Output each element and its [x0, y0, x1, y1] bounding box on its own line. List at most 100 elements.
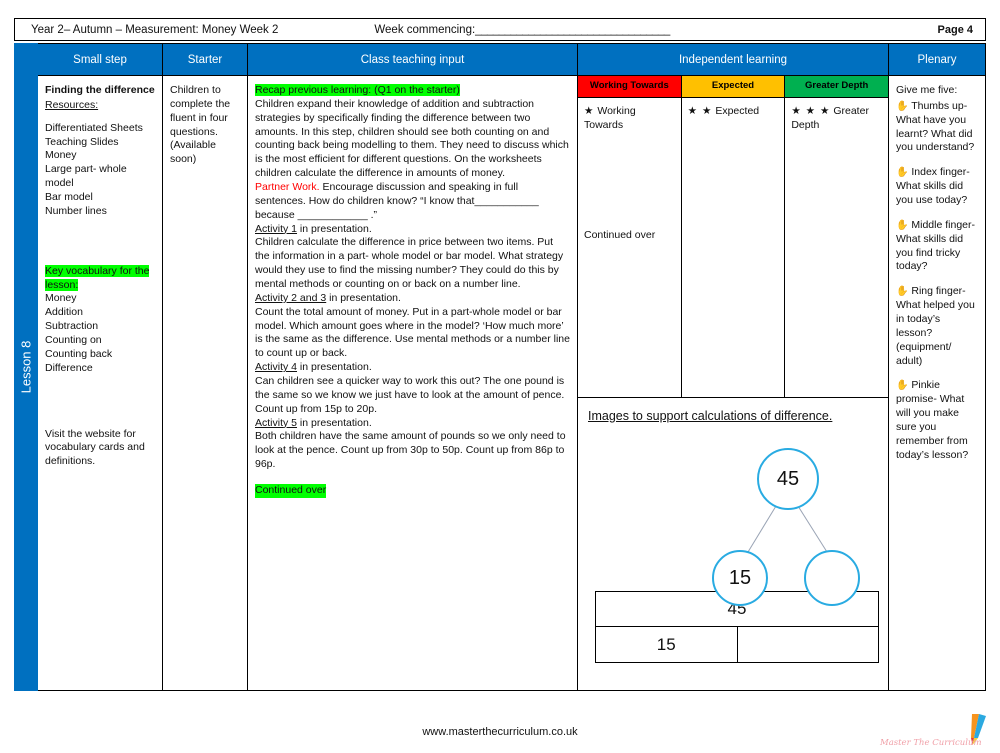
level-header-expected: Expected [681, 76, 786, 98]
column-class-teaching-input: Class teaching input Recap previous lear… [248, 44, 578, 690]
star-rating-icon: ★ ★ ★ [791, 105, 831, 117]
hand-icon: ✋ [896, 380, 909, 392]
level-header-greater-depth: Greater Depth [785, 76, 888, 98]
document-title: Year 2– Autumn – Measurement: Money Week… [31, 23, 279, 36]
teaching-intro: Children expand their knowledge of addit… [255, 97, 569, 180]
differentiation-header-row: Working Towards Expected Greater Depth [578, 76, 888, 98]
list-item: Differentiated Sheets [45, 121, 143, 134]
support-images-title: Images to support calculations of differ… [588, 409, 833, 423]
activity-23-suffix: in presentation. [326, 291, 401, 304]
footer-website-url[interactable]: www.masterthecurriculum.co.uk [0, 726, 1000, 738]
column-header-teaching: Class teaching input [248, 44, 577, 76]
activity-4-text: Can children see a quicker way to work t… [255, 375, 565, 415]
list-item: Money [45, 149, 77, 162]
lesson-label: Lesson 8 [18, 340, 34, 394]
column-header-starter: Starter [163, 44, 247, 76]
activity-4-suffix: in presentation. [297, 361, 372, 374]
plenary-item-thumbs-up: ✋ Thumbs up- What have you learnt? What … [896, 100, 978, 155]
list-item: Number lines [45, 204, 107, 217]
task-cell-greater-depth: ★ ★ ★ Greater Depth [785, 98, 888, 398]
key-vocabulary-heading: Key vocabulary for the lesson: [45, 264, 150, 291]
document-title-bar: Year 2– Autumn – Measurement: Money Week… [14, 18, 986, 41]
activity-1-label: Activity 1 [255, 222, 298, 235]
star-rating-icon: ★ ★ [687, 105, 713, 117]
hand-icon: ✋ [896, 219, 909, 231]
list-item: Teaching Slides [45, 135, 119, 148]
part-whole-model: 45 15 [588, 424, 878, 607]
week-commencing-rule: _________________________________ [475, 23, 670, 36]
plenary-item-text: Index finger- What skills did you use to… [896, 166, 970, 207]
task-cell-working-towards: ★ Working Towards Continued over [578, 98, 682, 398]
plenary-item-pinkie-promise: ✋ Pinkie promise- What will you make sur… [896, 379, 978, 462]
task-cell-expected: ★ ★ Expected [681, 98, 786, 398]
resources-label: Resources: [45, 98, 99, 111]
column-header-plenary: Plenary [889, 44, 985, 76]
part-whole-whole: 45 [757, 448, 819, 511]
column-header-independent: Independent learning [578, 44, 888, 76]
website-note: Visit the website for vocabulary cards a… [45, 427, 145, 468]
lesson-plan-table: Lesson 8 Small step Finding the differen… [14, 43, 986, 691]
part-whole-part-a: 15 [712, 550, 768, 607]
small-step-content: Finding the difference Resources: Differ… [38, 76, 162, 690]
lesson-spine: Lesson 8 [14, 43, 38, 691]
list-item: Bar model [45, 191, 93, 204]
page-number: Page 4 [937, 23, 973, 36]
bar-model-part-a: 15 [596, 627, 738, 663]
independent-continued-over: Continued over [584, 229, 656, 241]
key-vocabulary-list: Money Addition Subtraction Counting on C… [45, 292, 155, 375]
bar-model-parts: 15 [595, 627, 879, 664]
hand-icon: ✋ [896, 167, 909, 179]
partner-work-label: Partner Work. [255, 181, 320, 194]
differentiation-task-row: ★ Working Towards Continued over ★ ★ Exp… [578, 98, 888, 398]
activity-23-text: Count the total amount of money. Put in … [255, 305, 570, 360]
column-starter: Starter Children to complete the fluent … [163, 44, 248, 690]
activity-4-label: Activity 4 [255, 361, 298, 374]
logo-wordmark: Master The Curriculum [880, 738, 982, 748]
column-small-step: Small step Finding the difference Resour… [38, 44, 163, 690]
activity-23-label: Activity 2 and 3 [255, 291, 327, 304]
list-item: Counting on [45, 334, 102, 347]
plenary-item-index-finger: ✋ Index finger- What skills did you use … [896, 166, 978, 208]
level-header-working-towards: Working Towards [578, 76, 682, 98]
level-label-expected: Expected [715, 105, 760, 117]
plenary-item-ring-finger: ✋ Ring finger- What helped you in today’… [896, 285, 978, 368]
activity-5-label: Activity 5 [255, 416, 298, 429]
key-vocabulary-block: Key vocabulary for the lesson: Money Add… [45, 264, 155, 376]
teaching-continued-over: Continued over [255, 484, 327, 498]
support-images-section: Images to support calculations of differ… [578, 398, 888, 664]
plenary-item-middle-finger: ✋ Middle finger- What skills did you fin… [896, 219, 978, 274]
starter-content: Children to complete the fluent in four … [170, 84, 231, 166]
list-item: Counting back [45, 347, 113, 360]
plenary-item-text: Pinkie promise- What will you make sure … [896, 379, 969, 461]
week-commencing-label: Week commencing: [374, 23, 476, 36]
plenary-title: Give me five: [896, 84, 958, 96]
plenary-item-text: Ring finger- What helped you in today’s … [896, 285, 975, 367]
list-item: Money [45, 292, 77, 305]
star-rating-icon: ★ [584, 105, 595, 117]
small-step-title: Finding the difference [45, 84, 155, 96]
hand-icon: ✋ [896, 286, 909, 298]
activity-5-text: Both children have the same amount of po… [255, 430, 566, 471]
bar-model-part-b [738, 627, 879, 662]
plenary-content: Give me five: ✋ Thumbs up- What have you… [889, 76, 985, 690]
independent-content: Working Towards Expected Greater Depth ★… [578, 76, 888, 690]
hand-icon: ✋ [896, 100, 909, 112]
plenary-item-text: Middle finger- What skills did you find … [896, 218, 975, 273]
table-columns: Small step Finding the difference Resour… [38, 43, 986, 691]
list-item: Difference [45, 361, 93, 374]
column-plenary: Plenary Give me five: ✋ Thumbs up- What … [889, 44, 985, 690]
list-item: Subtraction [45, 320, 99, 333]
resources-list: Differentiated Sheets Teaching Slides Mo… [45, 122, 155, 219]
activity-5-suffix: in presentation. [297, 416, 372, 429]
list-item: Large part- whole model [45, 163, 130, 190]
recap-heading: Recap previous learning: (Q1 on the star… [255, 84, 460, 96]
plenary-item-text: Thumbs up- What have you learnt? What di… [896, 99, 975, 154]
activity-1-text: Children calculate the difference in pri… [255, 236, 564, 291]
part-whole-part-b [804, 550, 860, 607]
activity-1-suffix: in presentation. [297, 222, 372, 235]
column-independent-learning: Independent learning Working Towards Exp… [578, 44, 889, 690]
list-item: Addition [45, 306, 83, 319]
teaching-input-content: Recap previous learning: (Q1 on the star… [248, 76, 577, 690]
master-the-curriculum-logo: Master The Curriculum [880, 714, 992, 748]
column-header-small-step: Small step [38, 44, 162, 76]
